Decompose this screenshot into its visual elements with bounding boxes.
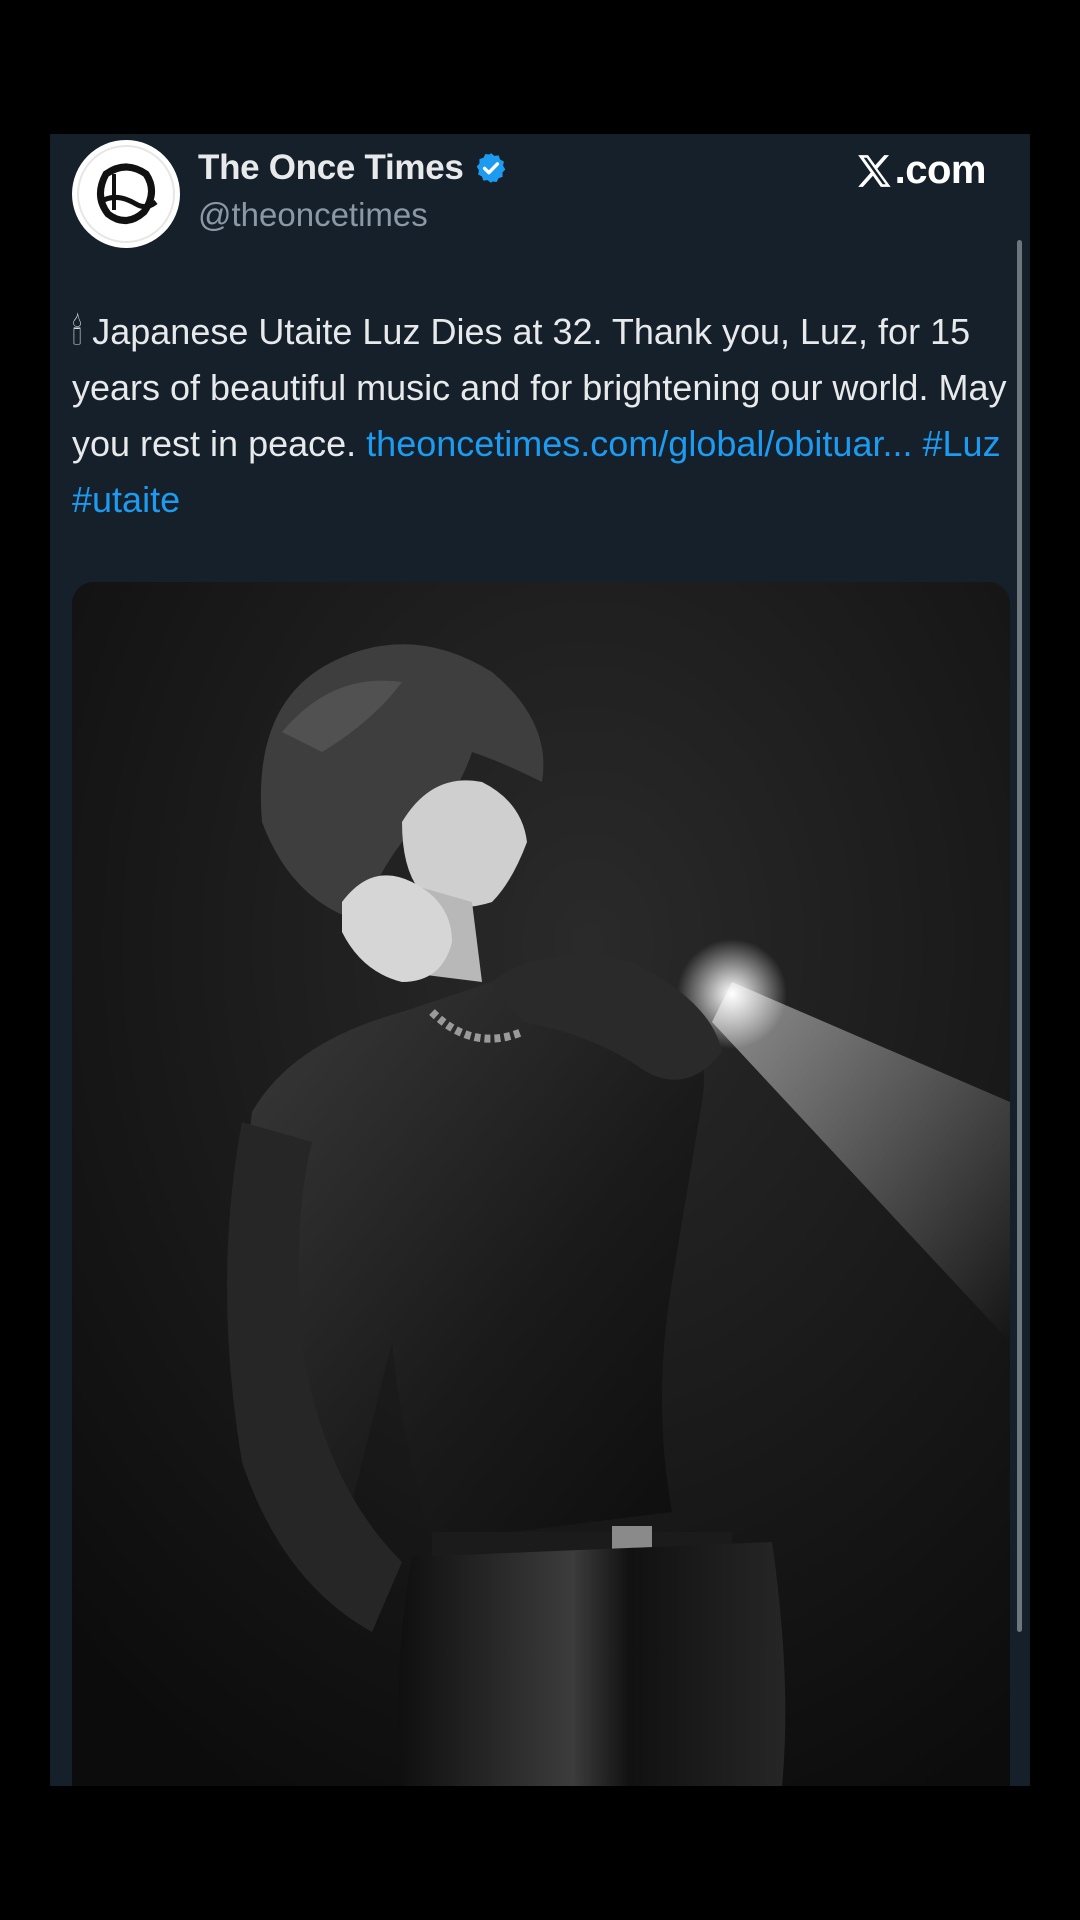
avatar[interactable] bbox=[72, 140, 180, 248]
article-link[interactable]: theoncetimes.com/global/obituar... bbox=[366, 423, 912, 464]
account-handle[interactable]: @theoncetimes bbox=[198, 196, 428, 234]
concert-photo-image bbox=[72, 582, 1010, 1786]
hashtag-utaite[interactable]: #utaite bbox=[72, 479, 180, 520]
brand-label: .com bbox=[894, 148, 987, 192]
tweet-media-photo[interactable] bbox=[72, 582, 1010, 1786]
x-brand-link[interactable]: .com bbox=[855, 148, 987, 193]
verified-badge-icon bbox=[476, 153, 505, 183]
scrollbar[interactable] bbox=[1017, 240, 1022, 1632]
display-name[interactable]: The Once Times bbox=[198, 148, 464, 188]
blackletter-o-icon bbox=[77, 145, 175, 243]
hashtag-luz[interactable]: #Luz bbox=[923, 423, 1001, 464]
x-logo-icon bbox=[857, 154, 891, 187]
tweet-text: 🕯 Japanese Utaite Luz Dies at 32. Thank … bbox=[72, 304, 1012, 528]
account-name-row[interactable]: The Once Times bbox=[198, 148, 508, 188]
tweet-card: The Once Times @theoncetimes .com 🕯 Japa… bbox=[50, 134, 1030, 1786]
candle-emoji: 🕯 bbox=[72, 311, 83, 352]
